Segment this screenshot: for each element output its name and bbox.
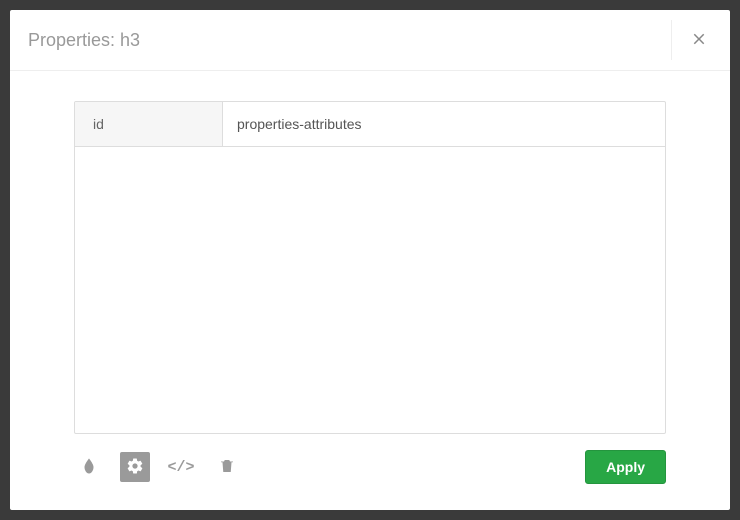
- panel-footer: </> Apply: [10, 434, 730, 510]
- gear-icon: [126, 457, 144, 478]
- trash-icon: [218, 457, 236, 478]
- attribute-key-cell[interactable]: id: [75, 102, 223, 146]
- close-button[interactable]: [671, 20, 712, 60]
- settings-button[interactable]: [120, 452, 150, 482]
- delete-button[interactable]: [212, 452, 242, 482]
- apply-button[interactable]: Apply: [585, 450, 666, 484]
- style-button[interactable]: [74, 452, 104, 482]
- footer-icon-row: </>: [74, 452, 242, 482]
- panel-body: id: [10, 71, 730, 434]
- attribute-value-cell: [223, 102, 665, 146]
- code-icon: </>: [167, 459, 194, 476]
- drop-icon: [80, 457, 98, 478]
- attributes-table: id: [74, 101, 666, 434]
- panel-header: Properties: h3: [10, 10, 730, 71]
- panel-title: Properties: h3: [28, 30, 140, 51]
- attribute-row: id: [75, 102, 665, 147]
- attribute-value-input[interactable]: [223, 102, 665, 146]
- close-icon: [690, 30, 708, 51]
- properties-panel: Properties: h3 id: [10, 10, 730, 510]
- code-button[interactable]: </>: [166, 452, 196, 482]
